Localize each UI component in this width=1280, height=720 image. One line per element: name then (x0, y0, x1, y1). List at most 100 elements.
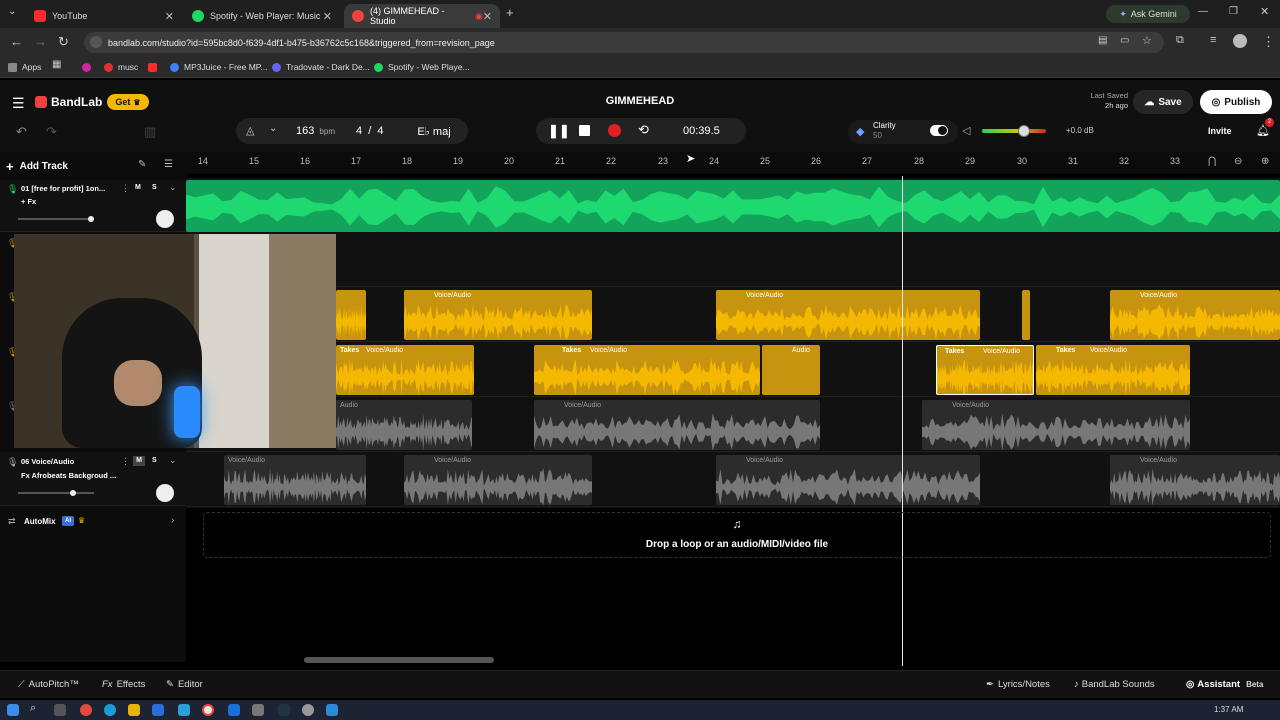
track-lane-2[interactable] (186, 233, 1280, 287)
chevron-down-icon[interactable]: ⌄ (169, 455, 177, 466)
audio-clip[interactable]: Voice/Audio (716, 455, 980, 505)
publish-button[interactable]: ◎ Publish (1200, 90, 1272, 114)
takes-clip[interactable]: Takes Voice/Audio (534, 345, 760, 395)
microphone-icon[interactable]: 🎙︎ (7, 184, 18, 195)
track-6-pan-knob[interactable] (156, 484, 174, 502)
tab-search-icon[interactable]: ⌄ (8, 6, 16, 17)
track-6-fx[interactable]: Fx Afrobeats Backgroud ... (21, 471, 125, 480)
track-menu-icon[interactable]: ⋮ (121, 456, 130, 467)
forward-icon[interactable]: → (34, 34, 47, 49)
audio-clip[interactable] (1022, 290, 1030, 340)
bookmark-mp3juice[interactable]: MP3Juice - Free MP... (170, 60, 267, 74)
track-lane-4[interactable]: Takes Voice/Audio Takes Voice/Audio Audio … (186, 343, 1280, 397)
steam-icon[interactable] (278, 704, 290, 716)
tab-bandlab-studio[interactable]: (4) GIMMEHEAD - Studio ◉ ✕ (344, 4, 500, 28)
selected-takes-clip[interactable]: Takes Voice/Audio (936, 345, 1034, 395)
close-icon[interactable]: ✕ (323, 10, 332, 23)
bookmark-star-icon[interactable]: ☆ (1142, 34, 1152, 47)
tab-youtube[interactable]: YouTube ✕ (26, 4, 182, 28)
app-icon[interactable] (302, 704, 314, 716)
windows-start-icon[interactable] (7, 704, 19, 716)
extensions-icon[interactable]: ⧉ (1176, 34, 1184, 47)
apps-icon[interactable]: ▦ (52, 59, 61, 70)
window-close-icon[interactable]: ✕ (1260, 5, 1269, 18)
save-button[interactable]: ☁ Save (1133, 90, 1193, 114)
chevron-down-icon[interactable]: ⌄ (269, 123, 277, 134)
audio-clip[interactable]: Voice/Audio (716, 290, 980, 340)
edge-icon[interactable] (104, 704, 116, 716)
track-1-name[interactable]: 01 [free for profit] 1on... (21, 184, 116, 193)
get-membership-button[interactable]: Get ♛ (107, 94, 149, 110)
mute-button[interactable]: M (135, 184, 141, 191)
solo-button[interactable]: S (152, 184, 157, 191)
speaker-mute-icon[interactable]: ◁ (962, 124, 970, 137)
tab-spotify[interactable]: Spotify - Web Player: Music for ✕ (184, 4, 340, 28)
store-icon[interactable] (178, 704, 190, 716)
chevron-right-icon[interactable]: › (171, 515, 174, 526)
hamburger-menu-icon[interactable]: ☰ (12, 95, 25, 112)
audio-clip[interactable]: Voice/Audio (1110, 290, 1280, 340)
chevron-down-icon[interactable]: ⌄ (169, 182, 177, 193)
track-6-name[interactable]: 06 Voice/Audio (21, 457, 116, 466)
autopitch-button[interactable]: ⟋ AutoPitch™ (18, 679, 79, 690)
zoom-in-icon[interactable]: ⊕ (1261, 156, 1269, 167)
browser-menu-icon[interactable]: ⋮ (1262, 34, 1275, 50)
audio-clip[interactable]: Audio (762, 345, 820, 395)
metronome-icon[interactable]: ◬ (246, 124, 254, 137)
key-selector[interactable]: E♭ maj (403, 118, 465, 144)
track-lane-6[interactable]: Voice/Audio Voice/Audio Voice/Audio Voic… (186, 453, 1280, 507)
close-icon[interactable]: ✕ (165, 10, 174, 23)
bookmark-spotify[interactable]: Spotify - Web Playe... (374, 60, 470, 74)
chrome-icon[interactable] (202, 704, 214, 716)
bookmark-apps[interactable]: Apps (8, 60, 41, 74)
ask-gemini-button[interactable]: ✦ Ask Gemini (1106, 5, 1190, 23)
file-explorer-icon[interactable] (128, 704, 140, 716)
bookmark-musc[interactable]: musc (104, 60, 138, 74)
editor-button[interactable]: ✎ Editor (166, 679, 203, 690)
takes-clip[interactable]: Takes Voice/Audio (1036, 345, 1190, 395)
audio-clip[interactable]: Voice/Audio (404, 455, 592, 505)
back-icon[interactable]: ← (10, 34, 23, 49)
audio-clip[interactable] (336, 290, 366, 340)
close-icon[interactable]: ✕ (483, 10, 492, 23)
cast-icon[interactable]: ▭ (1120, 35, 1129, 46)
new-tab-icon[interactable]: + (506, 5, 514, 20)
mute-button[interactable]: M (133, 456, 145, 466)
audio-clip[interactable]: Voice/Audio (534, 400, 820, 450)
assistant-button[interactable]: ◎ Assistant Beta (1186, 679, 1263, 690)
search-icon[interactable]: ⌕ (30, 702, 36, 715)
bookmark-instagram[interactable] (82, 60, 96, 74)
track-lane-1[interactable] (186, 178, 1280, 232)
track-1-fx[interactable]: + Fx (21, 197, 36, 206)
app-icon[interactable] (80, 704, 92, 716)
mail-icon[interactable] (152, 704, 164, 716)
track-settings-icon[interactable]: ☰ (164, 159, 173, 170)
timeline-ruler[interactable]: 14 15 16 17 18 19 20 21 22 23 24 25 26 2… (186, 152, 1280, 174)
timeline-lanes[interactable]: Voice/Audio Voice/Audio Voice/Audio Take… (186, 178, 1280, 508)
track-lane-5[interactable]: Audio Voice/Audio Voice/Audio (186, 398, 1280, 452)
project-title[interactable]: GIMMEHEAD (600, 95, 680, 107)
clarity-toggle[interactable] (930, 125, 948, 136)
audio-clip[interactable]: Audio (336, 400, 472, 450)
slider-knob[interactable] (88, 216, 94, 222)
bpm-field[interactable]: 163 bpm (296, 125, 335, 137)
audio-clip[interactable]: Voice/Audio (224, 455, 366, 505)
stop-icon[interactable] (579, 125, 590, 136)
record-icon[interactable] (608, 124, 621, 137)
task-view-icon[interactable] (54, 704, 66, 716)
volume-knob[interactable] (1018, 125, 1030, 137)
app-icon[interactable] (326, 704, 338, 716)
settings-gear-icon[interactable] (252, 704, 264, 716)
lyrics-notes-button[interactable]: ✒ Lyrics/Notes (986, 679, 1050, 690)
effects-button[interactable]: Fx Effects (102, 679, 145, 690)
invite-button[interactable]: Invite (1208, 126, 1232, 136)
slider-knob[interactable] (70, 490, 76, 496)
track-1-pan-knob[interactable] (156, 210, 174, 228)
audio-clip[interactable]: Voice/Audio (1110, 455, 1280, 505)
media-icon[interactable]: ≡ (1210, 34, 1216, 46)
zoom-out-icon[interactable]: ⊖ (1234, 156, 1242, 167)
master-volume-slider[interactable] (982, 125, 1046, 137)
track-1-volume-slider[interactable] (18, 216, 94, 222)
piano-keyboard-icon[interactable]: ▥ (144, 124, 156, 140)
minimize-icon[interactable]: — (1198, 6, 1208, 17)
